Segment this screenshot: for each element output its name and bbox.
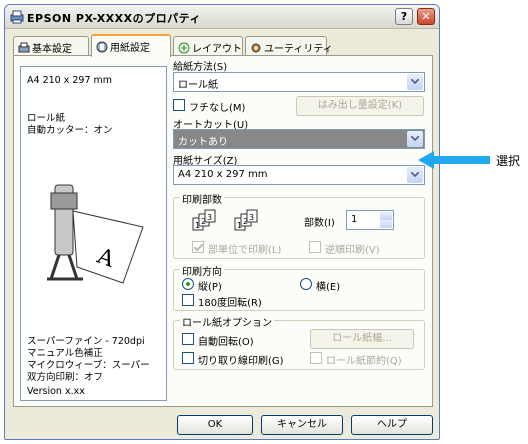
paper-source-select[interactable]: ロール紙 (173, 72, 425, 92)
preview-autocut: 自動カッター：オン (27, 125, 113, 136)
roll-paper-options-group: ロール紙オプション 自動回転(O) ロール紙幅... 切り取り線印刷(G) ロー… (173, 314, 425, 370)
preview-bidirectional: 双方向印刷：オフ (27, 372, 104, 383)
rotate-180-label: 180度回転(R) (198, 298, 262, 309)
spin-down-icon[interactable] (380, 220, 392, 228)
preview-paper-size: A4 210 x 297 mm (27, 75, 113, 86)
roll-save-label: ロール紙節約(Q) (326, 356, 402, 367)
tab-paper-settings[interactable]: 用紙設定 (91, 34, 171, 57)
callout-label: 選択 (496, 154, 521, 168)
paper-settings-panel: A4 210 x 297 mm ロール紙 自動カッター：オン A スーパーファイ… (13, 55, 433, 407)
tab-label: ユーティリティ (264, 44, 333, 55)
printer-illustration: A (47, 184, 144, 284)
copies-label: 部数(I) (304, 218, 335, 229)
copies-group-title: 印刷部数 (180, 191, 224, 206)
tab-layout[interactable]: レイアウト (173, 36, 243, 56)
cut-line-label: 切り取り線印刷(G) (198, 356, 284, 367)
copies-group: 印刷部数 1 2 3 1 2 3 部数(I) 1 部単位で印刷(L) 逆順印刷(… (173, 191, 425, 259)
ok-button[interactable]: OK (177, 415, 253, 435)
reverse-order-checkbox[interactable] (309, 241, 321, 253)
svg-text:3: 3 (249, 213, 254, 222)
collate-pages-icon: 1 2 3 1 2 3 (192, 209, 258, 231)
help-footer-button[interactable]: ヘルプ (351, 415, 433, 435)
tab-label: 基本設定 (32, 44, 72, 55)
orientation-group: 印刷方向 縦(P) 横(E) 180度回転(R) (173, 263, 425, 311)
chevron-down-icon[interactable] (407, 131, 423, 147)
borderless-label: フチなし(M) (189, 103, 246, 114)
spin-up-icon[interactable] (380, 212, 392, 220)
tab-basic-settings[interactable]: 基本設定 (13, 36, 89, 56)
close-button[interactable]: ✕ (417, 8, 435, 25)
paper-source-label: 給紙方法(S) (173, 62, 228, 73)
preview-version: Version x.xx (27, 386, 85, 397)
utility-icon (251, 43, 261, 53)
pointer-arrow-icon (418, 151, 490, 169)
auto-rotate-label: 自動回転(O) (198, 337, 254, 348)
title-bar: EPSON PX-XXXXのプロパティ ? ✕ (5, 5, 439, 29)
tab-label: レイアウト (192, 44, 242, 55)
overflow-settings-button[interactable]: はみ出し量設定(K) (296, 96, 424, 116)
tab-label: 用紙設定 (110, 43, 150, 54)
layout-icon (178, 42, 190, 54)
printer-app-icon (10, 10, 24, 24)
roll-paper-group-title: ロール紙オプション (180, 314, 274, 329)
cancel-button[interactable]: キャンセル (261, 415, 343, 435)
svg-text:3: 3 (207, 213, 212, 222)
portrait-radio[interactable] (182, 278, 194, 290)
settings-preview: A4 210 x 297 mm ロール紙 自動カッター：オン A スーパーファイ… (20, 66, 167, 401)
collate-label: 部単位で印刷(L) (208, 245, 282, 256)
reverse-order-label: 逆順印刷(V) (325, 245, 380, 256)
rotate-180-checkbox[interactable] (182, 294, 194, 306)
orientation-group-title: 印刷方向 (180, 263, 224, 278)
landscape-label: 横(E) (316, 282, 341, 293)
landscape-radio[interactable] (300, 278, 312, 290)
copies-value: 1 (351, 214, 358, 225)
roll-width-button[interactable]: ロール紙幅... (310, 329, 414, 349)
portrait-label: 縦(P) (198, 282, 222, 293)
paper-settings-icon (96, 41, 108, 53)
copies-spinner[interactable]: 1 (346, 210, 394, 230)
tab-utility[interactable]: ユーティリティ (245, 36, 333, 56)
window-title: EPSON PX-XXXXのプロパティ (27, 12, 201, 25)
autocut-select[interactable]: カットあり (173, 129, 425, 149)
basic-settings-icon (18, 42, 30, 53)
paper-size-value: A4 210 x 297 mm (178, 169, 268, 180)
chevron-down-icon[interactable] (407, 74, 423, 90)
borderless-checkbox[interactable] (173, 99, 185, 111)
roll-save-checkbox[interactable] (310, 352, 322, 364)
collate-checkbox[interactable] (192, 241, 204, 253)
printer-properties-dialog: EPSON PX-XXXXのプロパティ ? ✕ 基本設定 用紙設定 レイアウト … (4, 4, 440, 440)
cut-line-checkbox[interactable] (182, 352, 194, 364)
paper-size-select[interactable]: A4 210 x 297 mm (173, 165, 425, 185)
paper-source-value: ロール紙 (178, 80, 218, 91)
auto-rotate-checkbox[interactable] (182, 333, 194, 345)
autocut-value: カットあり (178, 137, 228, 148)
help-button[interactable]: ? (395, 8, 413, 25)
